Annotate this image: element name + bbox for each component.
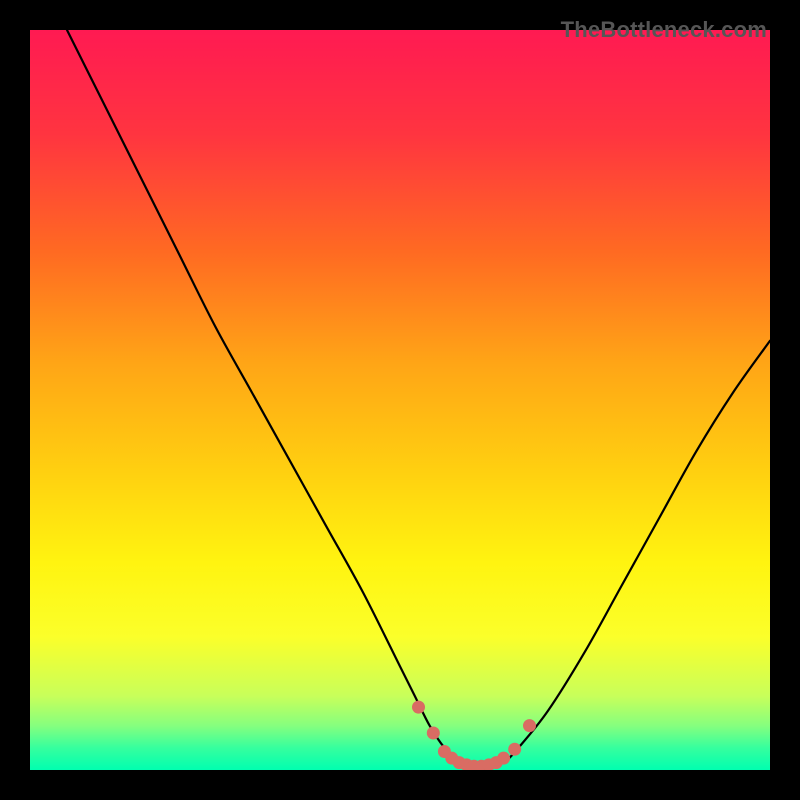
watermark-label: TheBottleneck.com: [561, 17, 767, 43]
trough-dot: [497, 752, 510, 765]
trough-dot: [412, 701, 425, 714]
chart-plot: [30, 30, 770, 770]
trough-dots-layer: [30, 30, 770, 770]
trough-dot: [508, 743, 521, 756]
chart-frame: TheBottleneck.com: [15, 15, 785, 785]
trough-dot: [427, 727, 440, 740]
trough-dot: [523, 719, 536, 732]
